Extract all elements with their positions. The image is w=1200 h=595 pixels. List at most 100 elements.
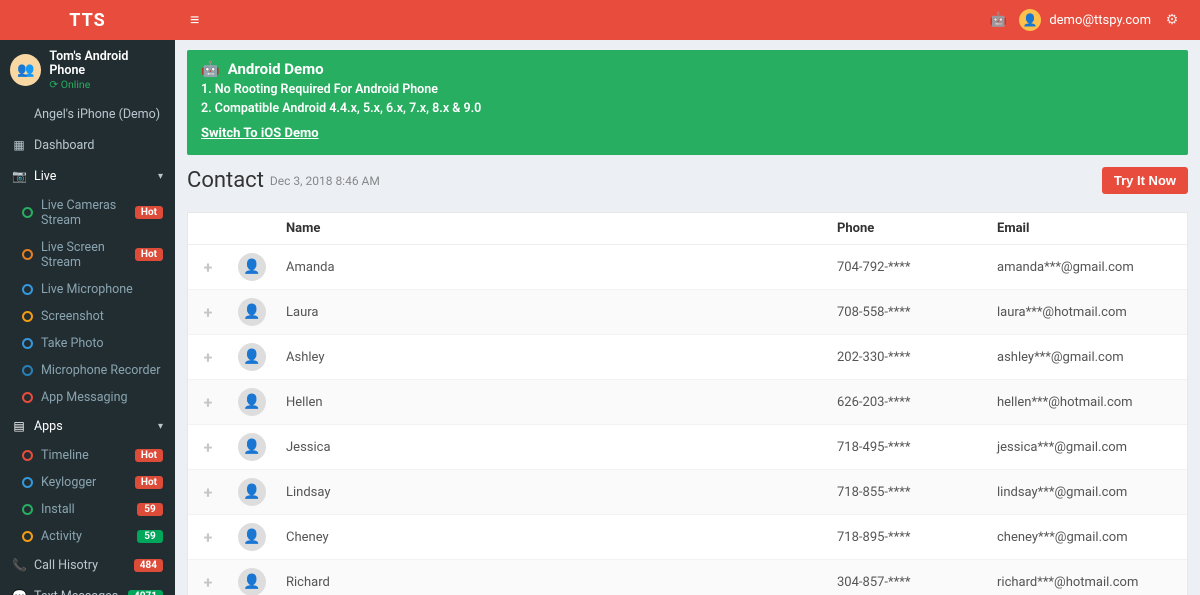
- banner-line1: 1. No Rooting Required For Android Phone: [201, 82, 1174, 97]
- contact-name: Richard: [276, 567, 827, 595]
- col-email[interactable]: Email: [987, 213, 1187, 244]
- expand-icon[interactable]: +: [204, 528, 213, 547]
- brand-logo[interactable]: TTS: [0, 0, 175, 40]
- expand-icon[interactable]: +: [204, 483, 213, 502]
- table-row: + 👤 Ashley 202-330-**** ashley***@gmail.…: [188, 335, 1187, 380]
- contact-avatar: 👤: [238, 433, 266, 461]
- ring-icon: [22, 338, 33, 349]
- col-phone[interactable]: Phone: [827, 213, 987, 244]
- try-it-now-button[interactable]: Try It Now: [1102, 167, 1188, 194]
- sidebar-item[interactable]: 📞Call Hisotry484: [0, 550, 175, 581]
- nav-icon: 📞: [12, 558, 26, 572]
- android-icon: 🤖: [201, 60, 220, 78]
- nav-apps[interactable]: ▤ Apps ▾: [0, 411, 175, 442]
- contact-name: Laura: [276, 297, 827, 328]
- contact-phone: 718-895-****: [827, 522, 987, 553]
- sidebar-item-live[interactable]: Microphone Recorder: [0, 357, 175, 384]
- device-name: Tom's Android Phone: [49, 50, 165, 78]
- ring-icon: [22, 477, 33, 488]
- ring-icon: [22, 311, 33, 322]
- apps-icon: ▤: [12, 419, 26, 433]
- sidebar-item-app[interactable]: TimelineHot: [0, 442, 175, 469]
- badge: Hot: [135, 248, 163, 261]
- sidebar-item-live[interactable]: Live Microphone: [0, 276, 175, 303]
- expand-icon[interactable]: +: [204, 258, 213, 277]
- contact-email: lindsay***@gmail.com: [987, 477, 1187, 508]
- banner-line2: 2. Compatible Android 4.4.x, 5.x, 6.x, 7…: [201, 101, 1174, 116]
- contact-email: hellen***@hotmail.com: [987, 387, 1187, 418]
- ring-icon: [22, 249, 33, 260]
- badge: Hot: [135, 206, 163, 219]
- col-name[interactable]: Name: [276, 213, 827, 244]
- expand-icon[interactable]: +: [204, 348, 213, 367]
- contact-email: ashley***@gmail.com: [987, 342, 1187, 373]
- sidebar-item-live[interactable]: App Messaging: [0, 384, 175, 411]
- badge: 59: [137, 530, 163, 543]
- contacts-table: Name Phone Email + 👤 Amanda 704-792-****…: [187, 212, 1188, 595]
- switch-demo-link[interactable]: Switch To iOS Demo: [201, 126, 319, 141]
- contact-email: jessica***@gmail.com: [987, 432, 1187, 463]
- settings-icon[interactable]: ⚙: [1159, 12, 1185, 28]
- contact-email: cheney***@gmail.com: [987, 522, 1187, 553]
- table-row: + 👤 Jessica 718-495-**** jessica***@gmai…: [188, 425, 1187, 470]
- device-avatar-icon: 👥: [10, 54, 41, 86]
- chevron-down-icon: ▾: [158, 421, 163, 432]
- table-row: + 👤 Lindsay 718-855-**** lindsay***@gmai…: [188, 470, 1187, 515]
- contact-email: laura***@hotmail.com: [987, 297, 1187, 328]
- user-menu[interactable]: 👤 demo@ttspy.com: [1019, 9, 1151, 31]
- contact-phone: 304-857-****: [827, 567, 987, 595]
- chevron-down-icon: ▾: [158, 171, 163, 182]
- contact-phone: 704-792-****: [827, 252, 987, 283]
- contact-name: Amanda: [276, 252, 827, 283]
- ring-icon: [22, 531, 33, 542]
- table-row: + 👤 Laura 708-558-**** laura***@hotmail.…: [188, 290, 1187, 335]
- avatar-icon: 👤: [1019, 9, 1041, 31]
- contact-avatar: 👤: [238, 388, 266, 416]
- ring-icon: [22, 284, 33, 295]
- contact-avatar: 👤: [238, 568, 266, 595]
- user-email: demo@ttspy.com: [1049, 13, 1151, 28]
- contact-name: Jessica: [276, 432, 827, 463]
- android-icon[interactable]: 🤖: [985, 12, 1011, 28]
- table-row: + 👤 Amanda 704-792-**** amanda***@gmail.…: [188, 245, 1187, 290]
- badge: 59: [137, 503, 163, 516]
- contact-avatar: 👤: [238, 298, 266, 326]
- page-title: Contact: [187, 168, 264, 193]
- expand-icon[interactable]: +: [204, 573, 213, 592]
- contact-email: richard***@hotmail.com: [987, 567, 1187, 595]
- page-subtitle: Dec 3, 2018 8:46 AM: [270, 174, 380, 188]
- hamburger-icon[interactable]: ≡: [190, 10, 199, 30]
- sidebar-item-app[interactable]: Activity59: [0, 523, 175, 550]
- badge: Hot: [135, 476, 163, 489]
- contact-phone: 202-330-****: [827, 342, 987, 373]
- sidebar-item-live[interactable]: Live Screen StreamHot: [0, 234, 175, 276]
- sidebar-item-app[interactable]: Install59: [0, 496, 175, 523]
- table-row: + 👤 Hellen 626-203-**** hellen***@hotmai…: [188, 380, 1187, 425]
- sidebar-item-live[interactable]: Take Photo: [0, 330, 175, 357]
- ring-icon: [22, 450, 33, 461]
- nav-live[interactable]: 📷 Live ▾: [0, 161, 175, 192]
- table-row: + 👤 Cheney 718-895-**** cheney***@gmail.…: [188, 515, 1187, 560]
- demo-banner: 🤖 Android Demo 1. No Rooting Required Fo…: [187, 50, 1188, 155]
- nav-dashboard[interactable]: ▦ Dashboard: [0, 130, 175, 161]
- nav-icon: 💬: [12, 589, 26, 595]
- sidebar-item-live[interactable]: Live Cameras StreamHot: [0, 192, 175, 234]
- expand-icon[interactable]: +: [204, 438, 213, 457]
- sidebar-item[interactable]: 💬Text Messages4071: [0, 581, 175, 595]
- device2[interactable]: Angel's iPhone (Demo): [0, 99, 175, 130]
- contact-email: amanda***@gmail.com: [987, 252, 1187, 283]
- sidebar-item-app[interactable]: KeyloggerHot: [0, 469, 175, 496]
- sidebar: 👥 Tom's Android Phone ⟳ Online Angel's i…: [0, 40, 175, 595]
- ring-icon: [22, 207, 33, 218]
- contact-phone: 718-855-****: [827, 477, 987, 508]
- camera-icon: 📷: [12, 169, 26, 183]
- table-row: + 👤 Richard 304-857-**** richard***@hotm…: [188, 560, 1187, 595]
- expand-icon[interactable]: +: [204, 303, 213, 322]
- ring-icon: [22, 392, 33, 403]
- sidebar-item-live[interactable]: Screenshot: [0, 303, 175, 330]
- contact-avatar: 👤: [238, 478, 266, 506]
- expand-icon[interactable]: +: [204, 393, 213, 412]
- contact-phone: 708-558-****: [827, 297, 987, 328]
- contact-avatar: 👤: [238, 253, 266, 281]
- device-selector[interactable]: 👥 Tom's Android Phone ⟳ Online: [0, 40, 175, 99]
